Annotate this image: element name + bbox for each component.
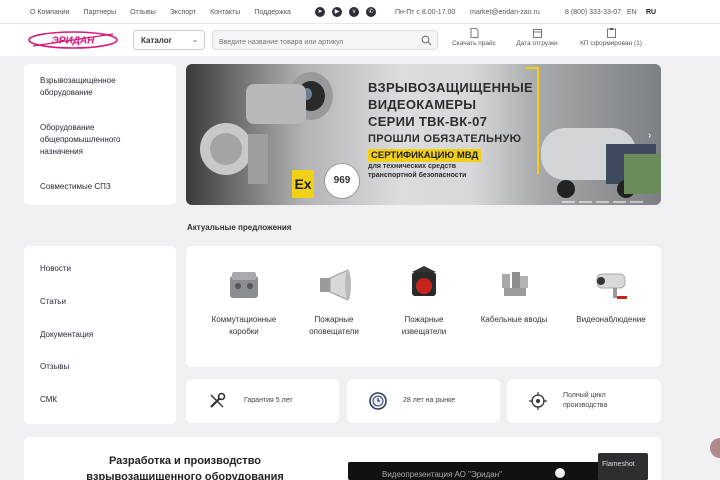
product-card-junction-boxes[interactable]: Коммутационные коробки — [204, 264, 284, 338]
product-card-fire-detectors[interactable]: Пожарные извещатели — [384, 264, 464, 338]
horn-sounder-icon — [320, 269, 351, 301]
sidebar-item-general-industrial[interactable]: Оборудование общепромышленного назначени… — [40, 122, 150, 158]
product-card-cable-glands[interactable]: Кабельные вводы — [474, 264, 554, 326]
product-label: Коммутационные коробки — [211, 315, 277, 336]
quote-label: КП сформирован (1) — [580, 40, 642, 47]
download-price-label: Скачать прайс — [452, 40, 496, 47]
section-title-offers: Актуальные предложения — [187, 223, 292, 232]
telegram-icon[interactable]: ➤ — [315, 7, 325, 17]
sidebar-item-documentation[interactable]: Документация — [40, 329, 93, 341]
slider-dot[interactable] — [562, 201, 575, 203]
search-input[interactable] — [213, 33, 413, 52]
youtube-icon[interactable]: ▶ — [332, 7, 342, 17]
lang-en-link[interactable]: EN — [627, 9, 637, 16]
calendar-icon — [532, 29, 542, 38]
sidebar-item-smk[interactable]: СМК — [40, 394, 57, 406]
sidebar-item-reviews[interactable]: Отзывы — [40, 361, 69, 373]
logo-text: ЭРИДАН — [52, 36, 95, 47]
banner-title-line2: ВИДЕОКАМЕРЫ — [368, 97, 477, 112]
nav-partners[interactable]: Партнеры — [84, 9, 117, 16]
sidebar-item-news[interactable]: Новости — [40, 263, 71, 275]
download-price-link[interactable]: Скачать прайс — [449, 28, 499, 47]
social-links: ➤ ▶ v ✆ — [315, 7, 376, 17]
catalog-label: Каталог — [141, 36, 172, 45]
banner-cert-highlight: СЕРТИФИКАЦИЮ МВД — [368, 149, 482, 162]
slider-dot[interactable] — [596, 201, 609, 203]
product-label: Пожарные оповещатели — [309, 315, 359, 336]
site-header: ЭРИДАН Каталог ⌄ Скачать прайс Дата отгр… — [0, 24, 720, 56]
video-title: Видеопрезентация АО "Эридан" — [382, 470, 502, 479]
junction-box-icon — [230, 272, 258, 298]
play-icon[interactable] — [555, 468, 565, 478]
fire-detector-icon — [412, 266, 436, 296]
top-nav: О Компании Партнеры Отзывы Экспорт Конта… — [30, 9, 291, 16]
target-icon — [529, 392, 547, 410]
banner-subtitle-1: для технических средств — [368, 163, 457, 170]
search-box — [212, 30, 438, 52]
email-link[interactable]: market@eridan-zao.ru — [470, 9, 540, 16]
clock-badge-icon — [369, 392, 387, 410]
shipping-date-link[interactable]: Дата отгрузки — [512, 28, 562, 47]
top-bar: О Компании Партнеры Отзывы Экспорт Конта… — [0, 0, 720, 24]
info-sidebar: Новости Статьи Документация Отзывы СМК — [24, 246, 176, 424]
banner-subtitle-2: транспортной безопасности — [368, 172, 467, 179]
slider-dot[interactable] — [630, 201, 643, 203]
whatsapp-icon[interactable]: ✆ — [366, 7, 376, 17]
tools-icon — [210, 392, 226, 408]
nav-export[interactable]: Экспорт — [170, 9, 196, 16]
chevron-right-icon[interactable]: › — [648, 130, 651, 141]
feature-warranty: Гарантия 5 лет — [186, 379, 339, 423]
catalog-button[interactable]: Каталог ⌄ — [133, 30, 205, 50]
clipboard-icon — [606, 28, 616, 38]
flameshot-tooltip: Flameshot — [598, 453, 648, 480]
nav-support[interactable]: Поддержка — [254, 9, 291, 16]
feature-full-cycle-label: Полный цикл производства — [563, 392, 608, 409]
lang-ru-link[interactable]: RU — [646, 9, 656, 16]
feature-warranty-label: Гарантия 5 лет — [244, 397, 293, 404]
document-icon — [470, 28, 478, 38]
product-categories: Коммутационные коробки Пожарные оповещат… — [186, 246, 661, 367]
nav-contacts[interactable]: Контакты — [210, 9, 240, 16]
chat-bubble-icon[interactable] — [710, 438, 720, 458]
feature-market-years-label: 28 лет на рынке — [403, 397, 456, 404]
slider-dots — [562, 201, 643, 203]
catalog-sidebar: Взрывозащищенное оборудование Оборудован… — [24, 64, 176, 205]
nav-reviews[interactable]: Отзывы — [130, 9, 156, 16]
slider-dot[interactable] — [613, 201, 626, 203]
sidebar-item-explosion-proof[interactable]: Взрывозащищенное оборудование — [40, 75, 150, 99]
product-label: Кабельные вводы — [480, 315, 548, 324]
work-hours: Пн-Пт с 8.00-17.00 — [395, 9, 456, 16]
eridan-logo[interactable]: ЭРИДАН — [27, 30, 119, 50]
banner-title-line4: ПРОШЛИ ОБЯЗАТЕЛЬНУЮ — [368, 133, 522, 145]
promo-banner[interactable]: ВЗРЫВОЗАЩИЩЕННЫЕ ВИДЕОКАМЕРЫ СЕРИИ ТВК-В… — [186, 64, 661, 205]
phone-link[interactable]: 8 (800) 333-33-07 — [565, 9, 621, 16]
product-card-video-surveillance[interactable]: Видеонаблюдение — [564, 264, 658, 326]
vk-icon[interactable]: v — [349, 7, 359, 17]
about-heading: Разработка и производство взрывозащищенн… — [86, 455, 284, 480]
banner-title-line3: СЕРИИ ТВК-ВК-07 — [368, 114, 488, 129]
certificate-badge: 969 — [324, 163, 360, 199]
ex-mark-icon: Ex — [292, 170, 314, 198]
quote-link[interactable]: КП сформирован (1) — [575, 28, 647, 47]
cable-gland-icon — [502, 272, 528, 296]
sidebar-item-articles[interactable]: Статьи — [40, 296, 66, 308]
slider-dot[interactable] — [579, 201, 592, 203]
product-label: Пожарные извещатели — [401, 315, 447, 336]
chevron-down-icon: ⌄ — [192, 37, 198, 44]
shipping-date-label: Дата отгрузки — [516, 40, 558, 47]
product-label: Видеонаблюдение — [576, 315, 646, 324]
feature-market-years: 28 лет на рынке — [347, 379, 500, 423]
sidebar-item-compatible-spz[interactable]: Совместимые СПЗ — [40, 181, 160, 193]
feature-full-cycle: Полный цикл производства — [507, 379, 661, 423]
cctv-camera-icon — [596, 273, 627, 299]
nav-about[interactable]: О Компании — [30, 9, 70, 16]
search-icon[interactable] — [421, 35, 432, 46]
banner-title-line1: ВЗРЫВОЗАЩИЩЕННЫЕ — [368, 80, 533, 95]
product-card-fire-sounders[interactable]: Пожарные оповещатели — [294, 264, 374, 338]
